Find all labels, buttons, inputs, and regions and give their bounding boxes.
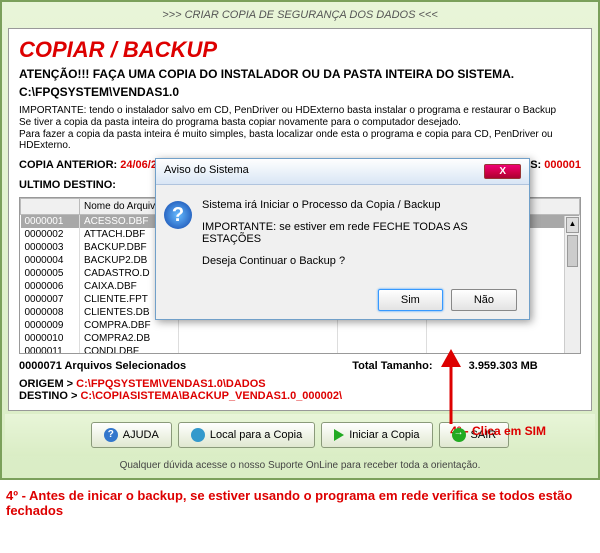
label: ORIGEM > [19,378,73,390]
copies-count: 000001 [544,159,581,171]
search-icon [191,428,205,442]
destination-path: C:\COPIASISTEMA\BACKUP_VENDAS1.0_000002\ [80,390,342,402]
dialog-title: Aviso do Sistema [164,164,249,179]
local-button[interactable]: Local para a Copia [178,422,315,448]
info-line: Para fazer a copia da pasta inteira é mu… [19,129,581,151]
dialog-text: Sistema irá Iniciar o Processo da Copia … [202,199,515,211]
label: ULTIMO DESTINO: [19,179,116,191]
exit-icon [452,428,466,442]
close-icon[interactable]: X [484,164,521,179]
sim-button[interactable]: Sim [378,289,443,311]
selected-count: 0000071 Arquivos Selecionados [19,360,186,372]
label: DESTINO > [19,390,77,402]
confirm-dialog: Aviso do Sistema X ? Sistema irá Iniciar… [155,158,530,320]
origin-path: C:\FPQSYSTEM\VENDAS1.0\DADOS [76,378,265,390]
scrollbar[interactable]: ▲ [564,216,580,353]
table-row[interactable]: 0000009COMPRA.DBF [21,319,580,332]
table-row[interactable]: 0000011CONDI.DBF [21,345,580,354]
info-line: Se tiver a copia da pasta inteira do pro… [19,117,581,128]
warning-heading: ATENÇÃO!!! FAÇA UMA COPIA DO INSTALADOR … [19,67,581,81]
total-size: 3.959.303 MB [469,360,538,372]
label: COPIA ANTERIOR: [19,159,117,171]
play-icon [334,429,344,441]
table-row[interactable]: 0000010COMPRA2.DB [21,332,580,345]
nao-button[interactable]: Não [451,289,517,311]
dialog-text: IMPORTANTE: se estiver em rede FECHE TOD… [202,221,515,245]
label: Total Tamanho: [352,360,432,372]
info-line: IMPORTANTE: tendo o instalador salvo em … [19,105,581,116]
install-path: C:\FPQSYSTEM\VENDAS1.0 [19,85,581,99]
dialog-text: Deseja Continuar o Backup ? [202,255,515,267]
step-caption: 4º - Antes de inicar o backup, se estive… [0,480,600,526]
help-button[interactable]: ?AJUDA [91,422,172,448]
question-icon: ? [164,201,192,229]
help-icon: ? [104,428,118,442]
scroll-thumb[interactable] [567,235,578,267]
col-id[interactable] [21,199,80,215]
page-title: COPIAR / BACKUP [19,37,581,63]
start-button[interactable]: Iniciar a Copia [321,422,432,448]
window-title: >>> CRIAR COPIA DE SEGURANÇA DOS DADOS <… [5,5,595,25]
scroll-up-icon[interactable]: ▲ [566,217,579,233]
footer-text: Qualquer dúvida acesse o nosso Suporte O… [5,456,595,475]
